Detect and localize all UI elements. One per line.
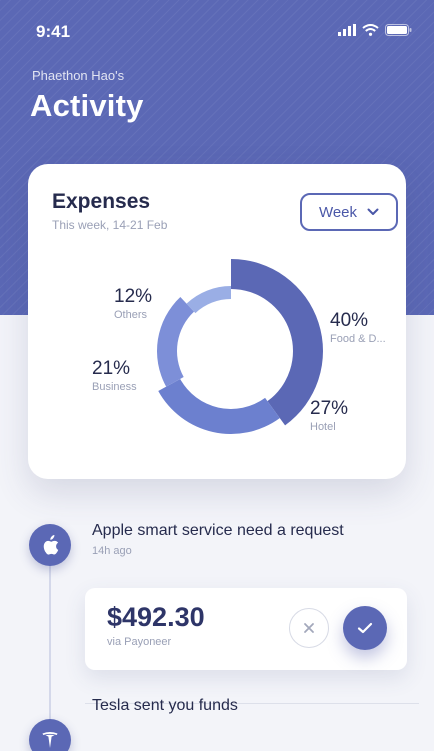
tesla-icon <box>42 732 58 748</box>
expenses-date-range: This week, 14-21 Feb <box>52 218 168 232</box>
owner-name: Phaethon Hao's <box>32 68 125 83</box>
activity-time: 14h ago <box>92 545 132 557</box>
check-icon <box>357 622 373 634</box>
status-icons <box>338 24 412 36</box>
segment-label-others: 12% Others <box>114 286 153 321</box>
apple-avatar <box>29 524 71 566</box>
decline-button[interactable] <box>289 608 329 648</box>
payment-method: via Payoneer <box>107 636 172 648</box>
tesla-avatar <box>29 719 71 751</box>
period-label: Week <box>318 203 358 221</box>
segment-label-hotel: 27% Hotel <box>310 398 349 433</box>
timeline-line <box>49 540 51 720</box>
page-title: Activity <box>30 88 144 123</box>
status-time: 9:41 <box>36 22 71 41</box>
battery-icon <box>385 24 412 36</box>
signal-icon <box>338 24 356 36</box>
donut-hole <box>181 301 281 401</box>
period-dropdown[interactable]: Week <box>300 193 398 231</box>
close-icon <box>304 623 314 633</box>
expenses-donut-chart <box>157 259 323 434</box>
accept-button[interactable] <box>343 606 387 650</box>
segment-label-business: 21% Business <box>92 358 137 393</box>
expenses-card: Expenses This week, 14-21 Feb Week 40% F… <box>28 164 406 479</box>
chevron-down-icon <box>367 208 379 215</box>
activity-title: Tesla sent you funds <box>92 697 238 714</box>
wifi-icon <box>362 24 379 36</box>
expenses-title: Expenses <box>52 190 151 213</box>
activity-title: Apple smart service need a request <box>92 522 344 539</box>
payment-request-card: $492.30 via Payoneer <box>85 588 407 670</box>
apple-icon <box>43 534 59 555</box>
payment-amount: $492.30 <box>107 602 205 632</box>
status-bar: 9:41 <box>0 0 434 60</box>
segment-label-food: 40% Food & D... <box>330 310 386 345</box>
